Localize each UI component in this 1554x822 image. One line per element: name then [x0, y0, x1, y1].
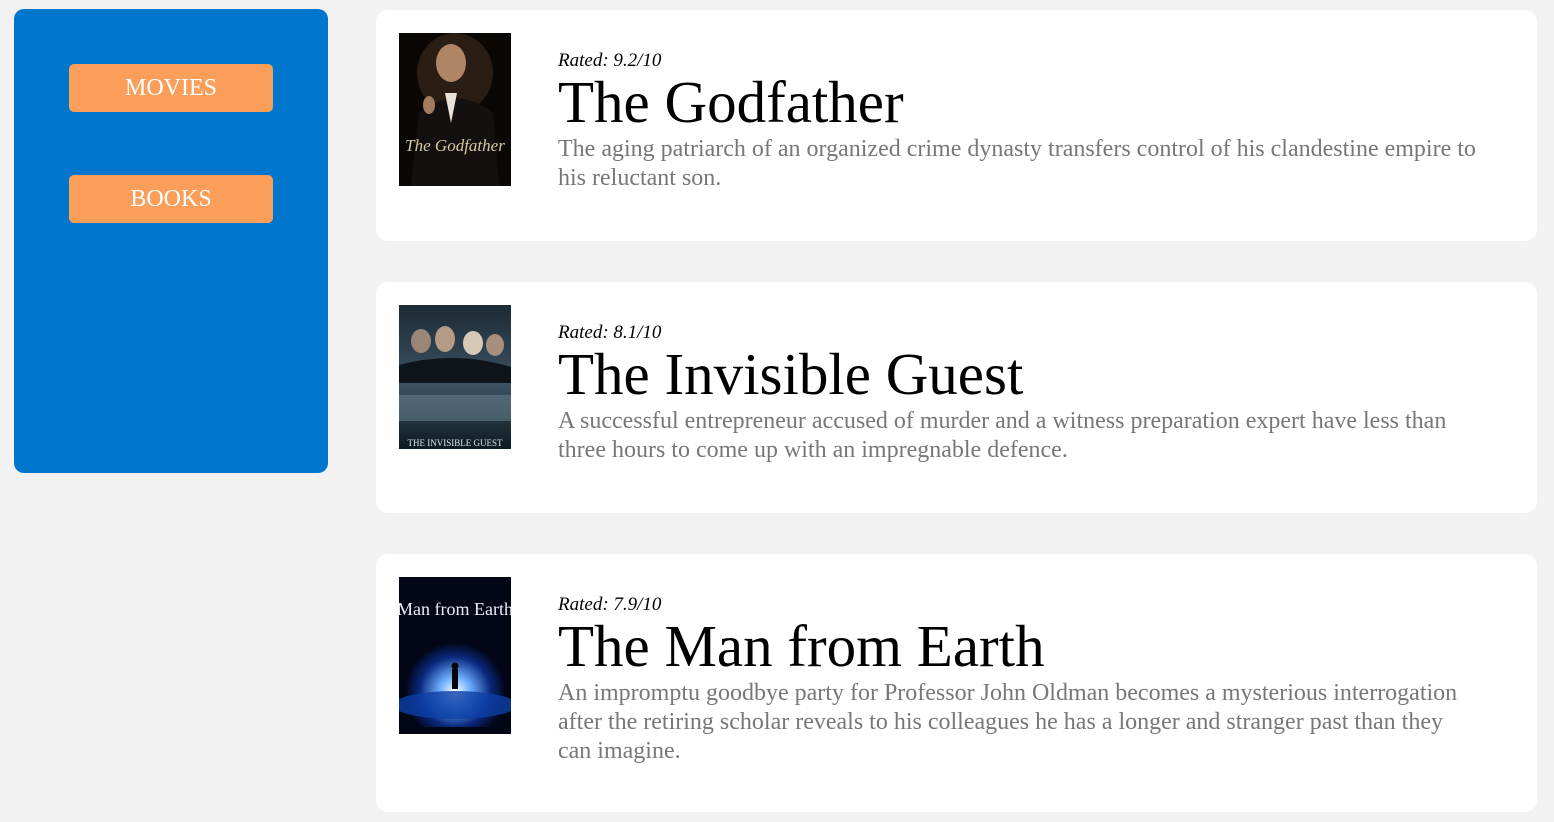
- movie-description: A successful entrepreneur accused of mur…: [558, 408, 1447, 463]
- movie-poster: Man from Earth: [399, 577, 511, 734]
- books-button[interactable]: BOOKS: [69, 175, 273, 223]
- movie-title: The Godfather: [558, 69, 904, 135]
- movie-poster: The Godfather: [399, 33, 511, 186]
- movie-card-godfather[interactable]: The Godfather Rated: 9.2/10 The Godfathe…: [376, 10, 1537, 241]
- movie-description: The aging patriarch of an organized crim…: [558, 136, 1476, 191]
- sidebar: MOVIES BOOKS: [14, 9, 328, 473]
- movie-poster: THE INVISIBLE GUEST: [399, 305, 511, 449]
- movie-title: The Man from Earth: [558, 613, 1045, 679]
- movie-title: The Invisible Guest: [558, 341, 1024, 407]
- movie-description: An impromptu goodbye party for Professor…: [558, 680, 1458, 764]
- movie-card-man-from-earth[interactable]: Man from Earth Rated: 7.9/10 The Man fro…: [376, 554, 1537, 812]
- poster-caption: Man from Earth: [399, 599, 511, 619]
- movies-button[interactable]: MOVIES: [69, 64, 273, 112]
- poster-caption: The Godfather: [405, 136, 505, 155]
- poster-caption: THE INVISIBLE GUEST: [408, 438, 503, 448]
- movie-card-invisible-guest[interactable]: THE INVISIBLE GUEST Rated: 8.1/10 The In…: [376, 282, 1537, 513]
